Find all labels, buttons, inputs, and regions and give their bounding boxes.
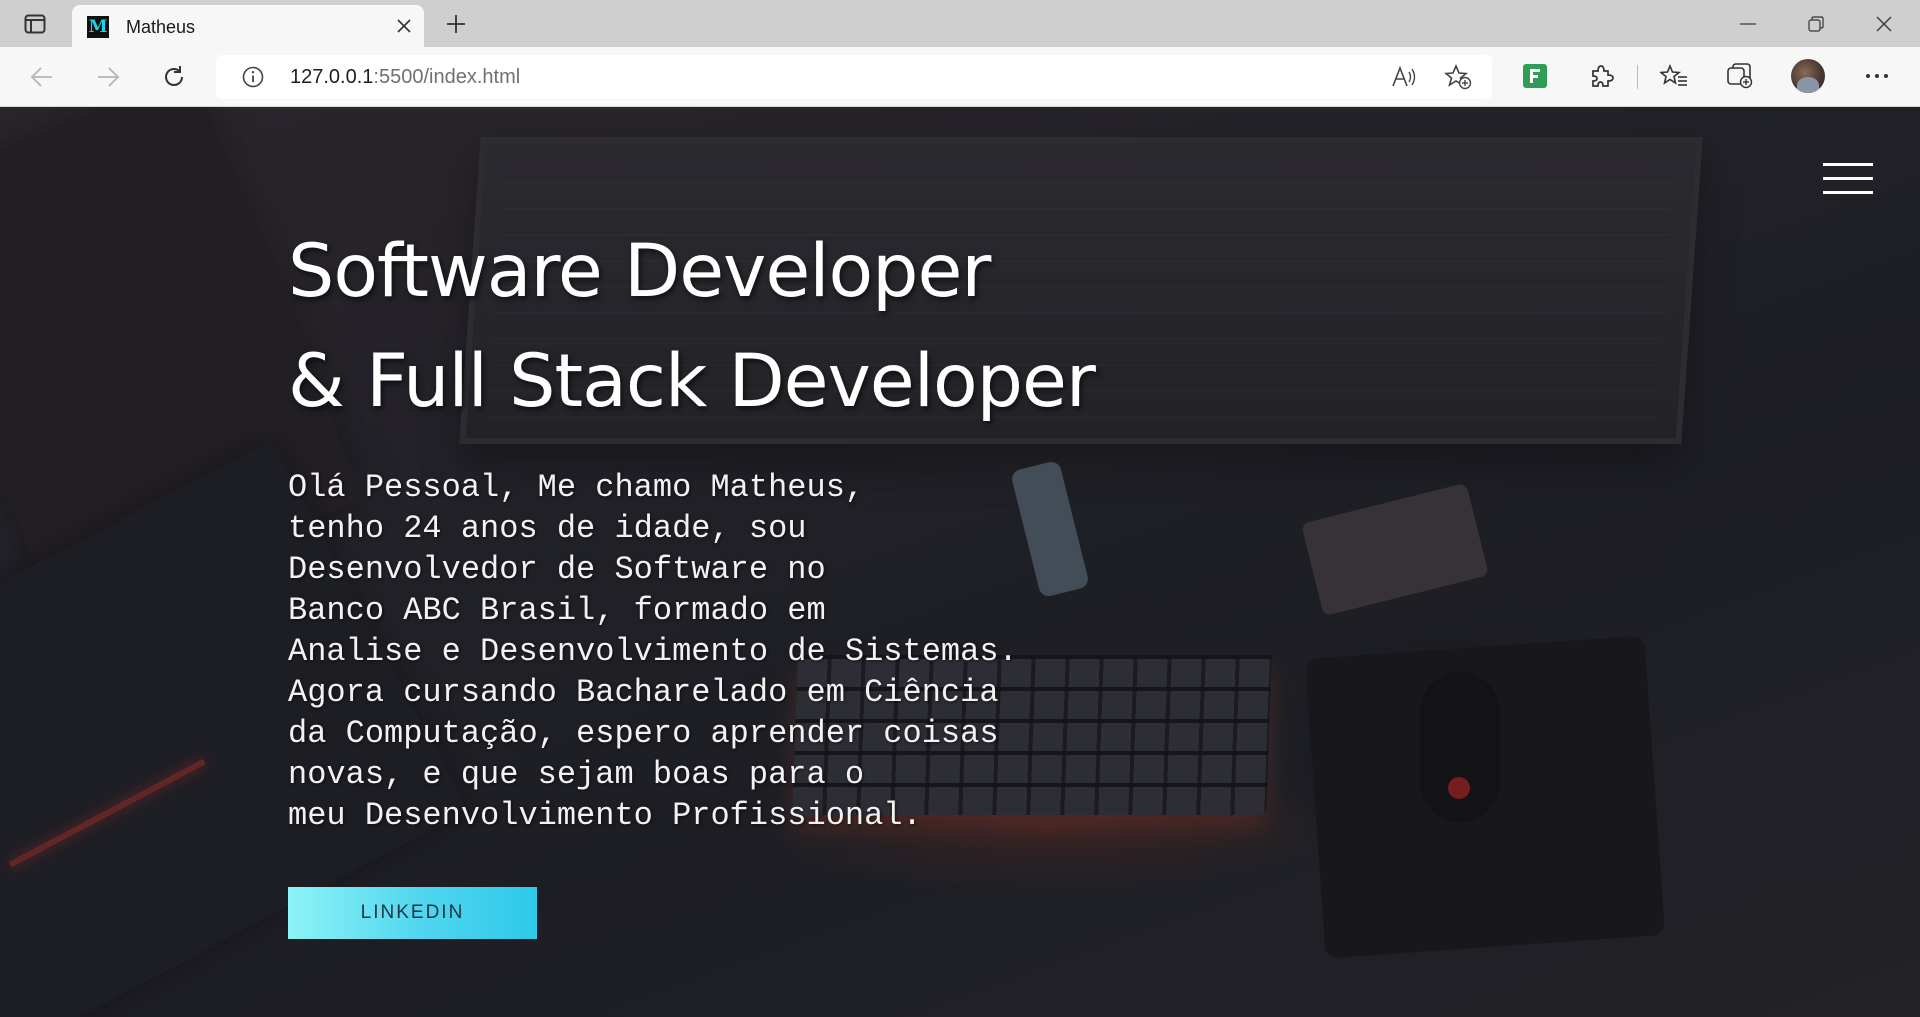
restore-icon[interactable] <box>1782 0 1850 47</box>
bio-line: Agora cursando Bacharelado em Ciência <box>288 674 999 711</box>
bio-line: tenho 24 anos de idade, sou <box>288 510 807 547</box>
bio-line: Olá Pessoal, Me chamo Matheus, <box>288 469 865 506</box>
minimize-icon[interactable] <box>1714 0 1782 47</box>
info-icon[interactable] <box>242 66 264 88</box>
back-arrow-icon[interactable] <box>23 58 61 96</box>
title-line-2: & Full Stack Developer <box>288 339 1096 424</box>
hero-section: Software Developer & Full Stack Develope… <box>0 107 1920 1017</box>
page-title: Software Developer & Full Stack Develope… <box>288 217 1096 437</box>
forward-arrow-icon[interactable] <box>89 58 127 96</box>
url-host: 127.0.0.1 <box>290 66 374 88</box>
refresh-icon[interactable] <box>155 58 193 96</box>
bio-line: da Computação, espero aprender coisas <box>288 715 999 752</box>
browser-toolbar: 127.0.0.1:5500/index.html <box>0 47 1920 107</box>
tab-title: Matheus <box>126 17 196 37</box>
url-path: :5500/index.html <box>373 66 521 88</box>
more-icon[interactable] <box>1860 59 1894 93</box>
read-aloud-icon[interactable] <box>1389 63 1419 91</box>
linkedin-button[interactable]: LINKEDIN <box>288 887 537 939</box>
close-icon[interactable] <box>392 14 416 38</box>
site-favicon: M <box>87 16 109 38</box>
bio-line: Analise e Desenvolvimento de Sistemas. <box>288 633 1018 670</box>
bio-line: meu Desenvolvimento Profissional. <box>288 797 922 834</box>
plus-icon[interactable] <box>440 9 472 39</box>
title-line-1: Software Developer <box>288 229 991 314</box>
address-url[interactable]: 127.0.0.1:5500/index.html <box>290 66 520 89</box>
browser-tab[interactable]: M Matheus <box>72 5 424 47</box>
address-bar[interactable]: 127.0.0.1:5500/index.html <box>216 55 1492 99</box>
avatar[interactable] <box>1791 59 1825 93</box>
hamburger-menu-icon[interactable] <box>1823 163 1873 195</box>
bio-line: Banco ABC Brasil, formado em <box>288 592 826 629</box>
tab-actions-icon[interactable] <box>18 11 52 37</box>
browser-tab-bar: M Matheus <box>0 0 1920 47</box>
toolbar-divider <box>1637 65 1638 89</box>
star-add-icon[interactable] <box>1443 63 1473 91</box>
close-window-icon[interactable] <box>1850 0 1918 47</box>
puzzle-icon[interactable] <box>1584 59 1618 93</box>
bio-paragraph: Olá Pessoal, Me chamo Matheus, tenho 24 … <box>288 467 1148 836</box>
extension-green-icon[interactable] <box>1518 59 1552 93</box>
bio-line: novas, e que sejam boas para o <box>288 756 865 793</box>
collections-icon[interactable] <box>1723 59 1757 93</box>
bio-line: Desenvolvedor de Software no <box>288 551 826 588</box>
favorites-icon[interactable] <box>1657 59 1691 93</box>
